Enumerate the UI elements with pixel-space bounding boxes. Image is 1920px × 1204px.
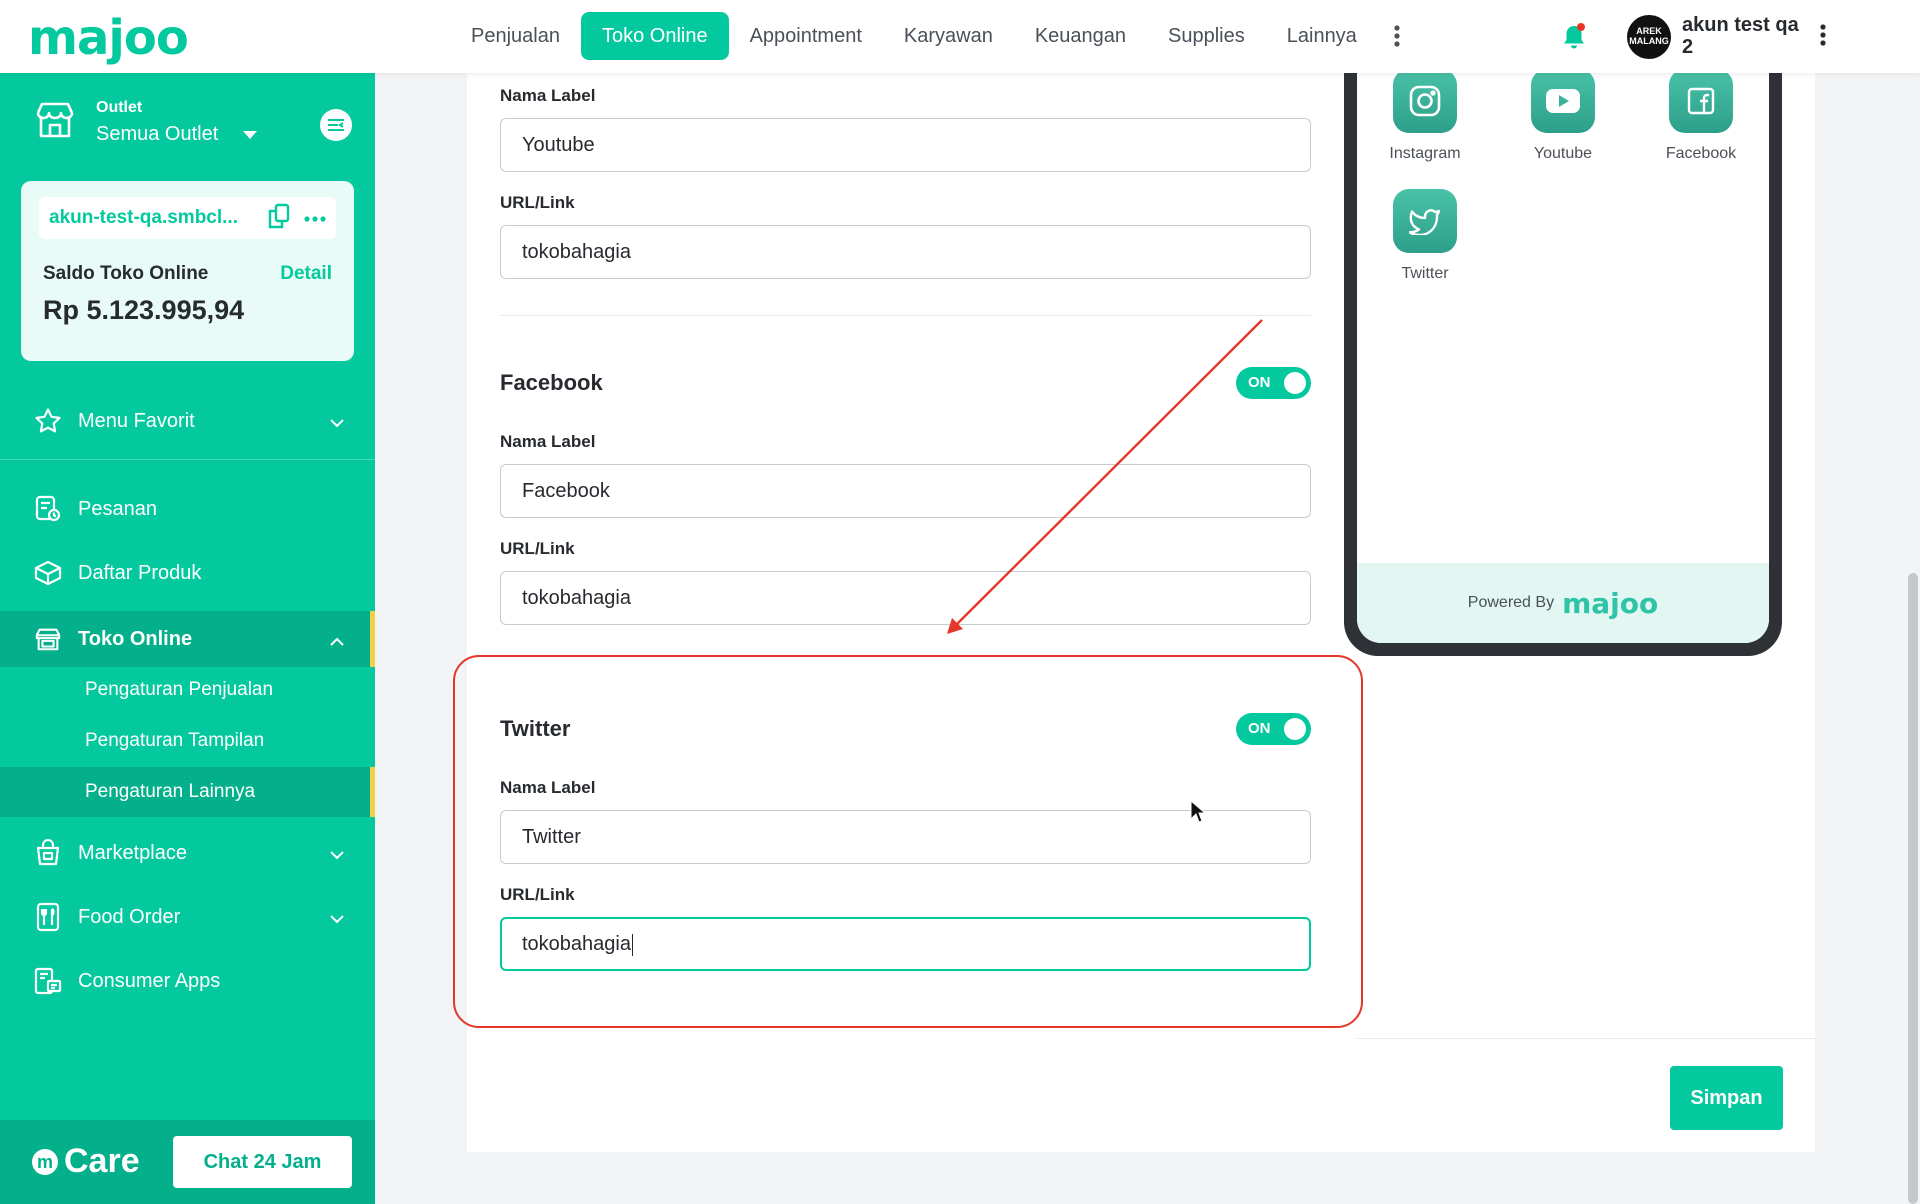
social-label: Instagram xyxy=(1389,145,1461,162)
user-menu-icon[interactable] xyxy=(1820,24,1826,51)
mouse-cursor-icon xyxy=(1190,799,1207,829)
saldo-amount: Rp 5.123.995,94 xyxy=(43,295,245,325)
chevron-down-icon xyxy=(330,411,344,434)
sidebar: Outlet Semua Outlet akun-test-qa.smbcl..… xyxy=(0,73,375,1204)
collapse-sidebar-icon[interactable] xyxy=(320,109,352,141)
youtube-url-input[interactable]: tokobahagia xyxy=(500,225,1311,279)
sidebar-item-daftar-produk[interactable]: Daftar Produk xyxy=(0,545,375,601)
sidebar-item-food-order[interactable]: Food Order xyxy=(0,889,375,945)
avatar[interactable]: AREK MALANG xyxy=(1627,15,1671,59)
saldo-label: Saldo Toko Online xyxy=(43,263,209,284)
saldo-card: akun-test-qa.smbcl... Saldo Toko Online … xyxy=(21,181,354,361)
sidebar-item-label: Marketplace xyxy=(78,841,187,864)
chevron-down-icon xyxy=(330,843,344,866)
more-options-icon[interactable] xyxy=(304,209,326,227)
preview-social-twitter: Twitter xyxy=(1370,189,1480,283)
star-icon xyxy=(34,407,62,435)
facebook-label-input[interactable]: Facebook xyxy=(500,464,1311,518)
user-name[interactable]: akun test qa 2 xyxy=(1682,14,1802,58)
preview-social-youtube: Youtube xyxy=(1508,69,1618,163)
youtube-icon xyxy=(1531,69,1595,133)
toggle-label: ON xyxy=(1248,374,1271,391)
annotation-highlight-box xyxy=(453,655,1363,1028)
instagram-icon xyxy=(1393,69,1457,133)
social-label: Facebook xyxy=(1665,145,1737,162)
sidebar-item-label: Toko Online xyxy=(78,627,193,650)
store-link-text: akun-test-qa.smbcl... xyxy=(49,207,238,228)
sidebar-item-label: Consumer Apps xyxy=(78,969,221,992)
chevron-down-icon xyxy=(330,907,344,930)
sidebar-subitem-pengaturan-tampilan[interactable]: Pengaturan Tampilan xyxy=(0,716,375,766)
outlet-selector[interactable]: Outlet Semua Outlet xyxy=(34,99,258,146)
footer-divider xyxy=(1356,1038,1816,1039)
store-link[interactable]: akun-test-qa.smbcl... xyxy=(39,197,336,239)
store-icon xyxy=(34,99,76,146)
sidebar-item-label: Pesanan xyxy=(78,497,157,520)
preview-social-instagram: Instagram xyxy=(1370,69,1480,163)
nav-karyawan[interactable]: Karyawan xyxy=(883,12,1014,60)
sidebar-item-label: Daftar Produk xyxy=(78,561,202,584)
phone-footer: Powered By majoo xyxy=(1357,563,1769,643)
online-store-icon xyxy=(34,625,62,653)
facebook-url-title: URL/Link xyxy=(500,539,575,558)
youtube-label-title: Nama Label xyxy=(500,86,596,105)
nav-lainnya[interactable]: Lainnya xyxy=(1266,12,1378,60)
majoo-care-logo: m Care xyxy=(32,1142,140,1181)
care-bar: m Care Chat 24 Jam xyxy=(0,1120,375,1204)
sidebar-item-pesanan[interactable]: Pesanan xyxy=(0,481,375,537)
youtube-label-input[interactable]: Youtube xyxy=(500,118,1311,172)
toggle-knob xyxy=(1284,372,1306,394)
youtube-url-title: URL/Link xyxy=(500,193,575,212)
nav-more-icon[interactable] xyxy=(1382,12,1412,60)
copy-icon[interactable] xyxy=(268,203,290,234)
preview-social-facebook: Facebook xyxy=(1646,69,1756,163)
nav-penjualan[interactable]: Penjualan xyxy=(450,12,581,60)
facebook-toggle[interactable]: ON xyxy=(1236,367,1311,399)
outlet-value[interactable]: Semua Outlet xyxy=(96,123,258,146)
phone-preview: Instagram Youtube Facebook Twitter Power… xyxy=(1344,55,1782,656)
box-icon xyxy=(34,559,62,587)
nav-toko-online[interactable]: Toko Online xyxy=(580,12,729,60)
sidebar-item-marketplace[interactable]: Marketplace xyxy=(0,825,375,881)
powered-by-majoo-logo: majoo xyxy=(1562,586,1659,620)
simpan-button[interactable]: Simpan xyxy=(1670,1066,1783,1130)
social-label: Twitter xyxy=(1401,265,1449,282)
sidebar-item-toko-online[interactable]: Toko Online xyxy=(0,611,375,667)
caret-down-icon xyxy=(242,131,257,139)
top-bar: majoo Penjualan Toko Online Appointment … xyxy=(0,0,1920,73)
sidebar-item-label: Menu Favorit xyxy=(78,409,195,432)
chevron-up-icon xyxy=(330,629,344,652)
nav-supplies[interactable]: Supplies xyxy=(1147,12,1266,60)
consumer-apps-icon xyxy=(34,967,62,995)
food-order-icon xyxy=(34,902,62,932)
social-label: Youtube xyxy=(1533,145,1593,162)
twitter-icon xyxy=(1393,189,1457,253)
sidebar-subitem-pengaturan-lainnya[interactable]: Pengaturan Lainnya xyxy=(0,767,375,817)
powered-by-text: Powered By xyxy=(1467,594,1555,611)
marketplace-icon xyxy=(34,839,62,867)
outlet-label: Outlet xyxy=(96,99,143,116)
majoo-logo[interactable]: majoo xyxy=(28,10,189,66)
facebook-icon xyxy=(1669,69,1733,133)
sidebar-item-consumer-apps[interactable]: Consumer Apps xyxy=(0,953,375,1009)
order-icon xyxy=(34,495,62,523)
facebook-url-input[interactable]: tokobahagia xyxy=(500,571,1311,625)
phone-screen: Instagram Youtube Facebook Twitter Power… xyxy=(1357,55,1769,643)
sidebar-subitem-pengaturan-penjualan[interactable]: Pengaturan Penjualan xyxy=(0,665,375,715)
facebook-section-title: Facebook xyxy=(500,370,603,395)
notification-bell-icon[interactable] xyxy=(1560,22,1588,57)
page-scrollbar[interactable] xyxy=(1908,573,1918,1204)
section-divider xyxy=(500,315,1311,316)
nav-keuangan[interactable]: Keuangan xyxy=(1014,12,1147,60)
saldo-detail-link[interactable]: Detail xyxy=(280,263,332,285)
care-m-icon: m xyxy=(32,1148,58,1175)
sidebar-item-menu-favorit[interactable]: Menu Favorit xyxy=(0,393,375,449)
care-label: Care xyxy=(64,1142,140,1180)
nav-appointment[interactable]: Appointment xyxy=(729,12,883,60)
sidebar-divider xyxy=(0,459,375,460)
main-nav: Penjualan Toko Online Appointment Karyaw… xyxy=(450,12,1412,60)
sidebar-item-label: Food Order xyxy=(78,905,181,928)
facebook-label-title: Nama Label xyxy=(500,432,596,451)
chat-24-jam-button[interactable]: Chat 24 Jam xyxy=(173,1136,352,1188)
